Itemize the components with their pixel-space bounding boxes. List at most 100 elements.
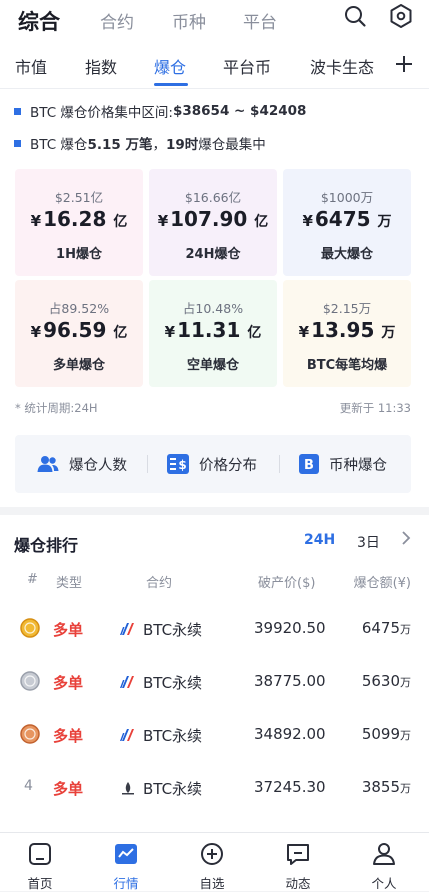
- table-row[interactable]: 多单 BTC永续 34892.00 5099万: [0, 714, 429, 754]
- bankrupt-price: 34892.00: [254, 725, 326, 743]
- stat-card[interactable]: $1000万 ¥6475 万最大爆仓: [283, 169, 411, 276]
- liquidation-ranking: 爆仓排行 24H 3日 # 类型 合约 破产价($) 爆仓额(¥) 多单 BTC永…: [0, 515, 429, 832]
- updated-time: 更新于 11:33: [339, 401, 411, 415]
- ranking-title: 爆仓排行: [14, 536, 79, 555]
- stat-main-value: ¥13.95 万: [283, 318, 411, 342]
- amount-unit: 万: [400, 782, 411, 795]
- search-icon[interactable]: [343, 4, 367, 32]
- range-3d-button[interactable]: 3日: [357, 532, 380, 552]
- stat-unit: 亿: [254, 214, 269, 230]
- exchange-logo-icon: [119, 674, 137, 688]
- stat-number: 11.31: [177, 318, 241, 342]
- stat-usd-value: $2.15万: [322, 301, 372, 316]
- stat-card[interactable]: 占89.52% ¥96.59 亿多单爆仓: [15, 280, 143, 387]
- stat-usd-value: 占89.52%: [48, 301, 110, 316]
- subtab-liquidation[interactable]: 爆仓: [154, 54, 186, 78]
- stat-currency: ¥: [302, 212, 313, 230]
- tab-coin[interactable]: 币种: [172, 8, 206, 33]
- bottom-nav: 首页 行情 自选 动态 个人: [0, 832, 429, 891]
- bronze-medal-icon: [20, 724, 40, 744]
- liquidation-amount: 6475万: [362, 619, 411, 637]
- tool-price-distribution[interactable]: $ 价格分布: [167, 435, 257, 493]
- svg-text:B: B: [304, 458, 314, 473]
- stat-label: 最大爆仓: [320, 247, 373, 262]
- nav-label: 行情: [113, 876, 139, 891]
- stat-card[interactable]: 占10.48% ¥11.31 亿空单爆仓: [149, 280, 277, 387]
- stat-main-value: ¥16.28 亿: [15, 207, 143, 231]
- subtab-market-cap[interactable]: 市值: [15, 54, 47, 78]
- stat-usd-value: $16.66亿: [184, 190, 242, 205]
- tool-label-price: 价格分布: [199, 457, 257, 474]
- info-peak-hour: 19时: [165, 137, 199, 153]
- position-type: 多单: [53, 780, 84, 798]
- stat-usd-value: $1000万: [320, 190, 374, 205]
- stat-card[interactable]: $2.51亿 ¥16.28 亿 1H爆仓: [15, 169, 143, 276]
- nav-item-person[interactable]: 个人: [354, 833, 414, 892]
- amount-value: 3855: [361, 778, 400, 796]
- liquidation-amount: 5630万: [362, 672, 411, 690]
- subtab-index[interactable]: 指数: [85, 54, 117, 78]
- stat-unit: 亿: [113, 214, 128, 230]
- range-24h-button[interactable]: 24H: [304, 532, 335, 548]
- liquidation-amount: 5099万: [362, 725, 411, 743]
- settings-hexagon-icon[interactable]: [389, 3, 413, 33]
- stat-card[interactable]: $16.66亿 ¥107.90 亿 24H爆仓: [149, 169, 277, 276]
- tab-comprehensive[interactable]: 综合: [18, 6, 60, 36]
- stat-currency: ¥: [30, 212, 42, 230]
- stat-currency: ¥: [298, 323, 310, 341]
- liquidation-summary: BTC 爆仓价格集中区间: $38654 ~ $42408 BTC 爆仓 5.1…: [0, 89, 429, 507]
- amount-unit: 万: [400, 676, 411, 689]
- stat-main-value: ¥11.31 亿: [149, 318, 277, 342]
- stat-period: * 统计周期:24H: [15, 401, 98, 415]
- nav-item-market-chart[interactable]: 行情: [96, 833, 156, 892]
- position-type: 多单: [53, 621, 84, 639]
- header-bankrupt-price: 破产价($): [258, 576, 316, 591]
- stat-number: 96.59: [43, 318, 107, 342]
- price-distribution-icon: $: [167, 454, 189, 474]
- tool-coin-liquidation[interactable]: B 币种爆仓: [299, 435, 387, 493]
- contract-name: BTC永续: [143, 621, 203, 639]
- amount-unit: 万: [400, 729, 411, 742]
- contract-name: BTC永续: [143, 780, 203, 798]
- stat-number: 107.90: [170, 207, 248, 231]
- tool-label-users: 爆仓人数: [69, 457, 127, 474]
- svg-text:$: $: [178, 458, 186, 472]
- info-peak-label: 爆仓最集中: [198, 137, 266, 153]
- table-row[interactable]: 多单 BTC永续 38775.00 5630万: [0, 661, 429, 701]
- rank-number: 4: [24, 778, 33, 794]
- stat-unit: 万: [377, 214, 392, 230]
- nav-item-home[interactable]: 首页: [10, 833, 70, 892]
- exchange-logo-icon: [119, 780, 137, 795]
- add-tab-icon[interactable]: [395, 55, 413, 77]
- tool-label-coin: 币种爆仓: [329, 457, 387, 474]
- divider: [147, 455, 148, 473]
- tool-bar: 爆仓人数 $ 价格分布 B 币种爆仓: [15, 435, 411, 493]
- nav-item-message[interactable]: 动态: [268, 833, 328, 892]
- table-row[interactable]: 多单 BTC永续 39920.50 6475万: [0, 608, 429, 648]
- bankrupt-price: 39920.50: [254, 619, 326, 637]
- position-type: 多单: [53, 727, 84, 745]
- stat-unit: 亿: [113, 325, 128, 341]
- info-price-range-value: $38654 ~ $42408: [172, 103, 307, 119]
- contract-name: BTC永续: [143, 674, 203, 692]
- stat-unit: 亿: [247, 325, 262, 341]
- nav-label: 动态: [285, 876, 311, 891]
- tab-contract[interactable]: 合约: [100, 8, 134, 33]
- table-row[interactable]: 4 多单 BTC永续 37245.30 3855万: [0, 767, 429, 807]
- stat-label: 多单爆仓: [52, 358, 105, 373]
- top-tab-bar: 综合 合约 币种 平台: [0, 0, 429, 43]
- chevron-right-icon[interactable]: [401, 530, 411, 550]
- stat-number: 16.28: [43, 207, 107, 231]
- nav-item-add-circle[interactable]: 自选: [182, 833, 242, 892]
- tool-liquidated-users[interactable]: 爆仓人数: [37, 435, 127, 493]
- stat-card[interactable]: $2.15万 ¥13.95 万 BTC每笔均爆: [283, 280, 411, 387]
- header-contract: 合约: [146, 576, 173, 591]
- subtab-polkadot[interactable]: 波卡生态: [310, 54, 374, 78]
- subtab-platform-coin[interactable]: 平台币: [223, 54, 271, 78]
- contract-name: BTC永续: [143, 727, 203, 745]
- stat-number: 13.95: [311, 318, 375, 342]
- stat-card-grid: $2.51亿 ¥16.28 亿 1H爆仓 $16.66亿 ¥107.90 亿 24H爆仓 $…: [15, 169, 411, 387]
- nav-label: 首页: [27, 876, 53, 891]
- bankrupt-price: 38775.00: [254, 672, 326, 690]
- tab-platform[interactable]: 平台: [243, 8, 277, 33]
